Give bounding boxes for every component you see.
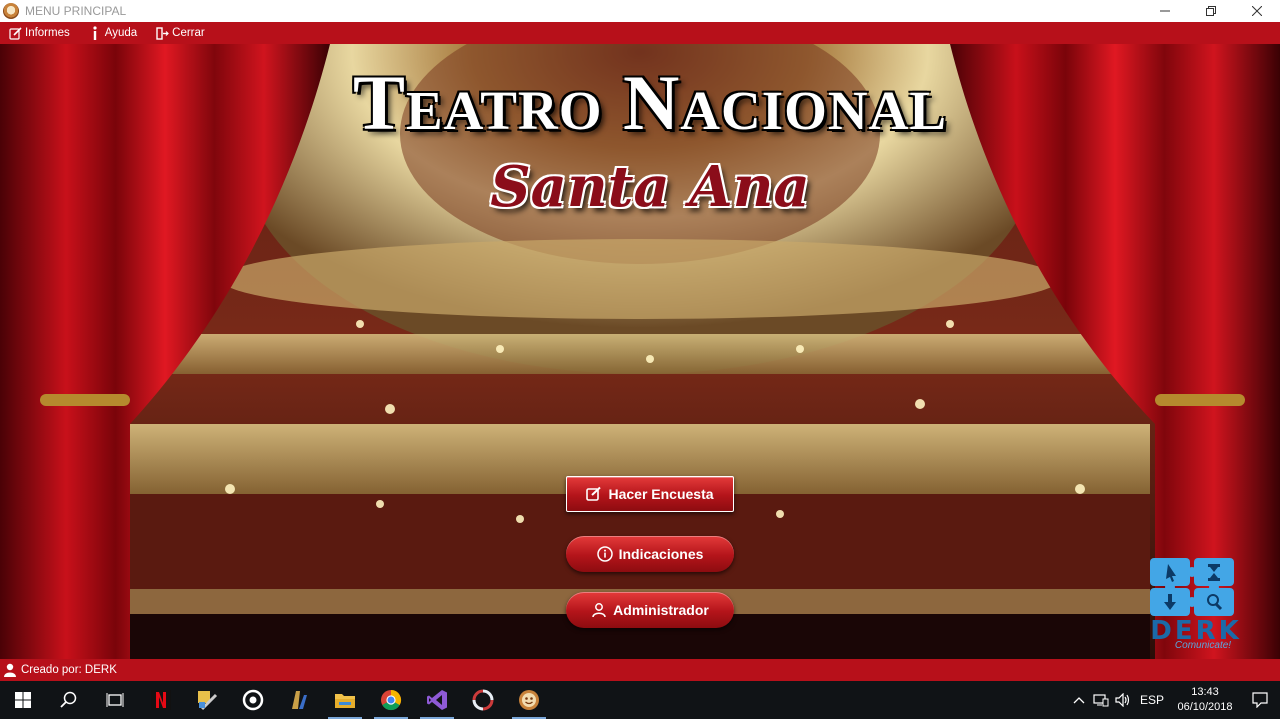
title-bar: MENU PRINCIPAL bbox=[0, 0, 1280, 22]
taskbar-clock[interactable]: 13:43 06/10/2018 bbox=[1170, 685, 1240, 715]
search-button[interactable] bbox=[46, 681, 92, 719]
windows-taskbar: ESP 13:43 06/10/2018 bbox=[0, 681, 1280, 719]
taskbar-target-app[interactable] bbox=[230, 681, 276, 719]
maximize-button[interactable] bbox=[1188, 0, 1234, 22]
start-button[interactable] bbox=[0, 681, 46, 719]
window-controls bbox=[1142, 0, 1280, 22]
user-icon bbox=[4, 663, 16, 677]
administrador-label: Administrador bbox=[613, 602, 709, 618]
hacer-encuesta-button[interactable]: Hacer Encuesta bbox=[566, 476, 734, 512]
theater-scene: Teatro Nacional Santa Ana Hacer Encuesta… bbox=[0, 44, 1280, 659]
info-circle-icon bbox=[596, 546, 613, 562]
chevron-up-icon bbox=[1073, 697, 1085, 704]
theater-title: Teatro Nacional bbox=[352, 59, 948, 146]
menu-bar: Informes Ayuda Cerrar bbox=[0, 22, 1280, 44]
status-bar: Creado por: DERK bbox=[0, 659, 1280, 681]
close-icon bbox=[1252, 6, 1262, 16]
hacer-encuesta-label: Hacer Encuesta bbox=[608, 486, 714, 502]
network-icon bbox=[1093, 694, 1109, 707]
main-window: MENU PRINCIPAL Informes Ayuda Cerrar Tea… bbox=[0, 0, 1280, 719]
speaker-icon bbox=[1115, 693, 1130, 707]
volume-button[interactable] bbox=[1112, 681, 1134, 719]
theater-subtitle: Santa Ana bbox=[490, 154, 810, 220]
taskbar-game-app[interactable] bbox=[276, 681, 322, 719]
clock-date: 06/10/2018 bbox=[1177, 701, 1233, 713]
taskbar-sync-app[interactable] bbox=[460, 681, 506, 719]
search-icon bbox=[60, 691, 77, 708]
chrome-icon bbox=[381, 689, 402, 711]
indicaciones-button[interactable]: Indicaciones bbox=[566, 536, 734, 572]
maximize-icon bbox=[1206, 6, 1216, 16]
menu-ayuda-label: Ayuda bbox=[104, 27, 138, 39]
administrador-button[interactable]: Administrador bbox=[566, 592, 734, 628]
taskbar-visual-studio[interactable] bbox=[414, 681, 460, 719]
netflix-icon bbox=[151, 690, 171, 710]
notification-icon bbox=[1252, 692, 1268, 708]
menu-cerrar-label: Cerrar bbox=[172, 27, 205, 39]
taskbar-tools[interactable] bbox=[184, 681, 230, 719]
tray-expand-button[interactable] bbox=[1068, 681, 1090, 719]
menu-informes[interactable]: Informes bbox=[8, 22, 70, 44]
task-view-button[interactable] bbox=[92, 681, 138, 719]
indicaciones-label: Indicaciones bbox=[618, 546, 704, 562]
system-tray: ESP 13:43 06/10/2018 bbox=[1068, 681, 1280, 719]
task-view-icon bbox=[106, 693, 124, 707]
user-icon bbox=[591, 602, 607, 618]
theater-app-icon bbox=[519, 690, 539, 710]
status-text: Creado por: DERK bbox=[21, 664, 117, 676]
visual-studio-icon bbox=[427, 690, 447, 710]
taskbar-theater-app[interactable] bbox=[506, 681, 552, 719]
taskbar-chrome[interactable] bbox=[368, 681, 414, 719]
menu-ayuda[interactable]: Ayuda bbox=[88, 22, 137, 44]
network-button[interactable] bbox=[1090, 681, 1112, 719]
action-center-button[interactable] bbox=[1240, 681, 1280, 719]
minimize-icon bbox=[1160, 10, 1170, 12]
derk-logo-tagline: Comunicate! bbox=[1174, 640, 1232, 651]
menu-informes-label: Informes bbox=[25, 27, 70, 39]
close-button[interactable] bbox=[1234, 0, 1280, 22]
minimize-button[interactable] bbox=[1142, 0, 1188, 22]
file-explorer-icon bbox=[335, 694, 355, 708]
menu-cerrar[interactable]: Cerrar bbox=[155, 22, 205, 44]
windows-start-icon bbox=[15, 692, 31, 708]
theater-mask-icon bbox=[3, 3, 19, 19]
derk-logo: DERK Comunicate! bbox=[1128, 554, 1260, 654]
game-app-icon bbox=[292, 691, 307, 709]
derk-puzzle-icon bbox=[1150, 558, 1234, 616]
taskbar-file-explorer[interactable] bbox=[322, 681, 368, 719]
sync-app-icon bbox=[472, 689, 494, 711]
target-app-icon bbox=[242, 689, 264, 711]
info-icon bbox=[88, 26, 102, 40]
language-indicator[interactable]: ESP bbox=[1134, 681, 1170, 719]
window-title: MENU PRINCIPAL bbox=[25, 4, 127, 18]
taskbar-netflix[interactable] bbox=[138, 681, 184, 719]
clock-time: 13:43 bbox=[1191, 686, 1219, 698]
exit-icon bbox=[155, 26, 169, 40]
report-edit-icon bbox=[8, 26, 22, 40]
tools-icon bbox=[198, 691, 218, 711]
edit-icon bbox=[586, 486, 602, 502]
